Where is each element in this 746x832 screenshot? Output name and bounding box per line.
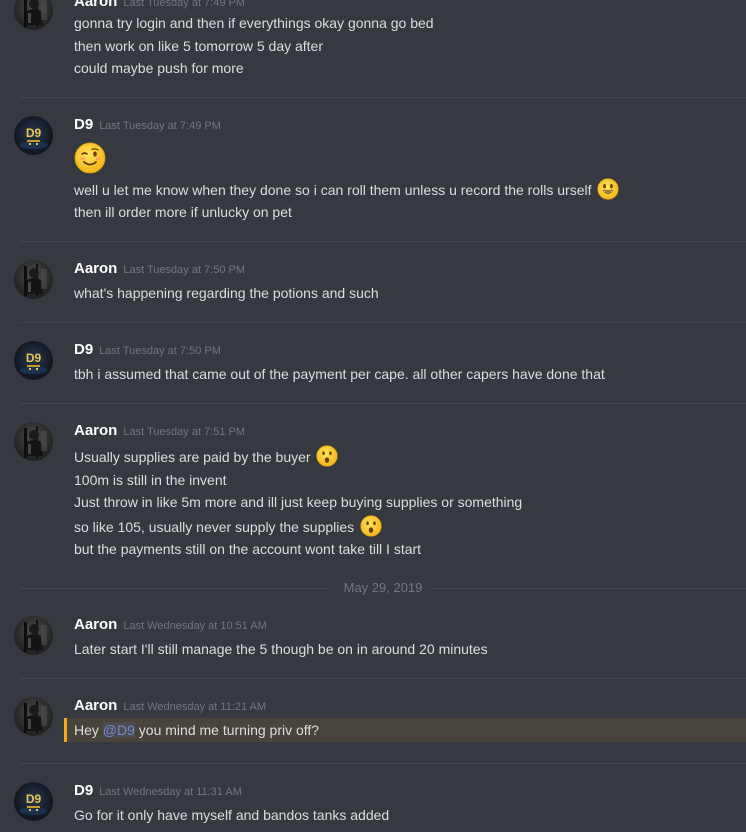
message-header: Aaron Last Wednesday at 11:21 AM <box>74 697 266 717</box>
message-text: Usually supplies are paid by the buyer <box>74 445 338 467</box>
message-header: D9 Last Tuesday at 7:49 PM <box>74 116 221 136</box>
message-text-content: so like 105, usually never supply the su… <box>74 519 355 535</box>
aaron-avatar-icon[interactable] <box>14 697 53 736</box>
username[interactable]: Aaron <box>74 0 117 10</box>
message-text: what's happening regarding the potions a… <box>74 285 379 301</box>
message-header: Aaron Last Tuesday at 7:51 PM <box>74 422 245 442</box>
message-text-content: Usually supplies are paid by the buyer <box>74 449 311 465</box>
message-divider <box>20 763 746 764</box>
d9-avatar-icon[interactable] <box>14 116 53 155</box>
aaron-avatar-icon[interactable] <box>14 260 53 299</box>
user-mention[interactable]: @D9 <box>102 722 135 738</box>
timestamp: Last Tuesday at 7:51 PM <box>123 426 246 438</box>
message-divider <box>20 241 746 242</box>
smiley-face-emoji[interactable] <box>597 178 619 200</box>
message-header: Aaron Last Tuesday at 7:50 PM <box>74 260 245 280</box>
message-text: so like 105, usually never supply the su… <box>74 515 382 537</box>
message-text: 100m is still in the invent <box>74 472 227 488</box>
message-text: Hey @D9 you mind me turning priv off? <box>74 720 319 740</box>
winking-face-emoji[interactable] <box>74 142 106 174</box>
message-text: then work on like 5 tomorrow 5 day after <box>74 38 324 54</box>
message-divider <box>20 322 746 323</box>
d9-avatar-icon[interactable] <box>14 341 53 380</box>
username[interactable]: Aaron <box>74 697 117 714</box>
message-text: gonna try login and then if everythings … <box>74 15 434 31</box>
message-divider <box>20 403 746 404</box>
message-header: D9 Last Tuesday at 7:50 PM <box>74 341 221 361</box>
username[interactable]: Aaron <box>74 616 117 633</box>
aaron-avatar-icon[interactable] <box>14 616 53 655</box>
timestamp: Last Tuesday at 7:49 PM <box>123 0 246 9</box>
message-text: could maybe push for more <box>74 60 244 76</box>
timestamp: Last Wednesday at 11:31 AM <box>99 786 242 798</box>
message-header: Aaron Last Tuesday at 7:49 PM <box>74 0 245 13</box>
message-text: Later start I'll still manage the 5 thou… <box>74 641 488 657</box>
message-text: Just throw in like 5m more and ill just … <box>74 494 523 510</box>
date-separator: May 29, 2019 <box>20 578 746 598</box>
message-text: well u let me know when they done so i c… <box>74 178 619 200</box>
message-text: tbh i assumed that came out of the payme… <box>74 366 605 382</box>
message-divider <box>20 97 746 98</box>
message-text: but the payments still on the account wo… <box>74 541 422 557</box>
hushed-face-emoji[interactable] <box>316 445 338 467</box>
timestamp: Last Tuesday at 7:50 PM <box>99 345 221 357</box>
d9-avatar-icon[interactable] <box>14 782 53 821</box>
timestamp: Last Tuesday at 7:49 PM <box>99 120 221 132</box>
timestamp: Last Tuesday at 7:50 PM <box>123 264 246 276</box>
message-text-after: you mind me turning priv off? <box>134 722 320 738</box>
timestamp: Last Wednesday at 11:21 AM <box>123 701 267 713</box>
message-text-before: Hey <box>74 722 103 738</box>
username[interactable]: Aaron <box>74 422 117 439</box>
message-header: D9 Last Wednesday at 11:31 AM <box>74 782 242 802</box>
date-separator-rule-right <box>430 588 746 589</box>
message-text: Go for it only have myself and bandos ta… <box>74 807 390 823</box>
message-divider <box>20 678 746 679</box>
username[interactable]: D9 <box>74 341 93 358</box>
aaron-avatar-icon[interactable] <box>14 0 53 30</box>
aaron-avatar-icon[interactable] <box>14 422 53 461</box>
username[interactable]: Aaron <box>74 260 117 277</box>
username[interactable]: D9 <box>74 116 93 133</box>
message-header: Aaron Last Wednesday at 10:51 AM <box>74 616 267 636</box>
username[interactable]: D9 <box>74 782 93 799</box>
message-text: then ill order more if unlucky on pet <box>74 204 292 220</box>
message-text-content: well u let me know when they done so i c… <box>74 182 592 198</box>
timestamp: Last Wednesday at 10:51 AM <box>123 620 267 632</box>
hushed-face-emoji[interactable] <box>360 515 382 537</box>
